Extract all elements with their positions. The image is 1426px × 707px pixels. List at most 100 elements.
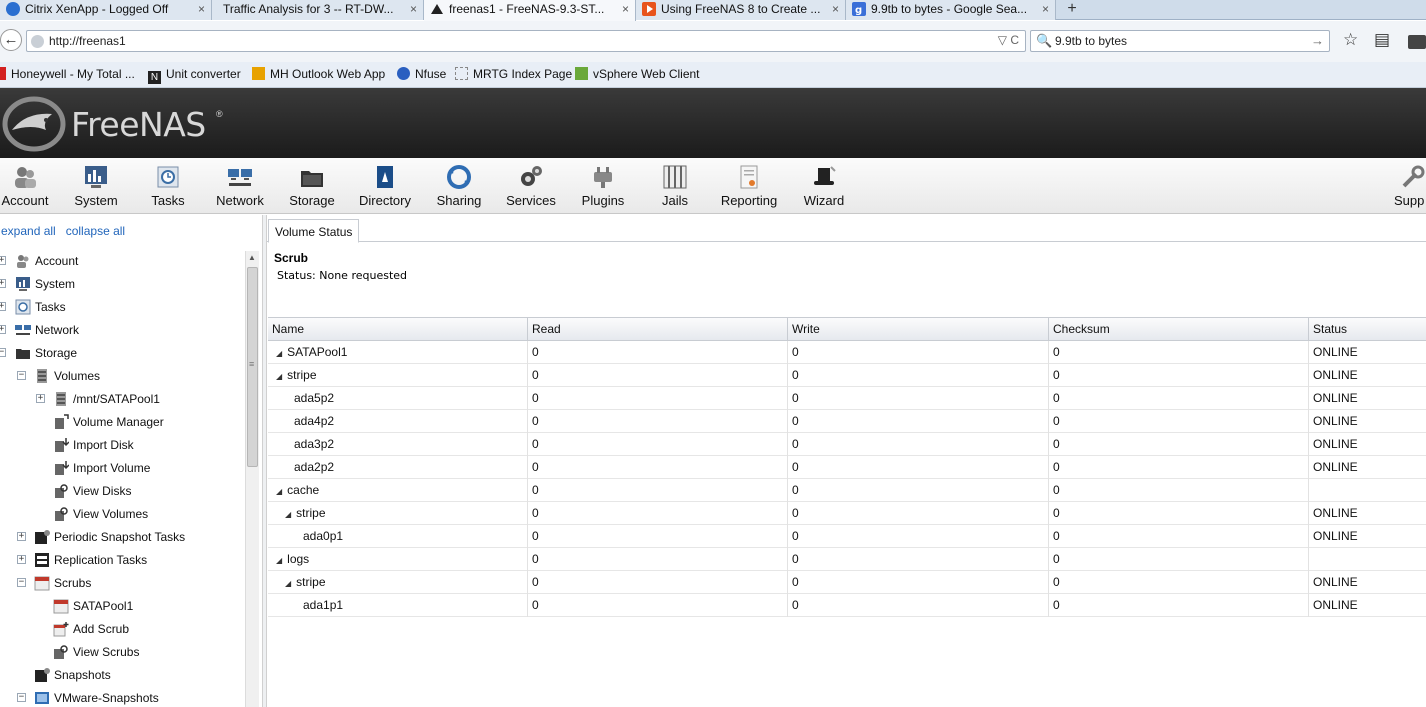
tree-item-replication-tasks[interactable]: + Replication Tasks (0, 550, 245, 570)
table-row[interactable]: ada3p2 0 0 0 ONLINE (268, 433, 1426, 456)
close-icon[interactable]: × (1042, 1, 1049, 17)
bookmark-honeywell[interactable]: Honeywell - My Total ... (0, 67, 135, 81)
table-row[interactable]: ◢ stripe 0 0 0 ONLINE (268, 502, 1426, 525)
tree-item-network[interactable]: + Network (0, 320, 245, 340)
tree-item-add-scrub[interactable]: Add Scrub (0, 619, 245, 639)
expand-triangle-icon[interactable]: ◢ (276, 349, 282, 358)
tree-item-mnt-satapool1[interactable]: + /mnt/SATAPool1 (0, 389, 245, 409)
bookmark-mrtg[interactable]: MRTG Index Page (455, 67, 572, 81)
table-row[interactable]: ◢ stripe 0 0 0 ONLINE (268, 364, 1426, 387)
bookmark-unit-converter[interactable]: N Unit converter (148, 67, 241, 84)
close-icon[interactable]: × (832, 1, 839, 17)
toolbar-plugins[interactable]: Plugins (580, 164, 626, 208)
toolbar-storage[interactable]: Storage (288, 164, 336, 208)
tree-item-snapshots[interactable]: Snapshots (0, 665, 245, 685)
expand-triangle-icon[interactable]: ◢ (276, 487, 282, 496)
collapse-icon[interactable]: − (17, 371, 26, 380)
search-input[interactable]: 🔍 9.9tb to bytes → (1030, 30, 1330, 52)
tree-item-system[interactable]: + System (0, 274, 245, 294)
expand-triangle-icon[interactable]: ◢ (285, 579, 291, 588)
url-bar[interactable]: http://freenas1 ▽ C (26, 30, 1026, 52)
close-icon[interactable]: × (198, 1, 205, 17)
expand-icon[interactable]: + (0, 325, 6, 334)
tree-item-import-disk[interactable]: Import Disk (0, 435, 245, 455)
expand-icon[interactable]: + (17, 532, 26, 541)
expand-triangle-icon[interactable]: ◢ (285, 510, 291, 519)
table-row[interactable]: ◢ stripe 0 0 0 ONLINE (268, 571, 1426, 594)
column-header-status[interactable]: Status (1309, 318, 1426, 341)
expand-icon[interactable]: + (0, 256, 6, 265)
toolbar-reporting[interactable]: Reporting (719, 164, 779, 208)
expand-all-link[interactable]: expand all (1, 224, 56, 238)
tree-item-volume-manager[interactable]: Volume Manager (0, 412, 245, 432)
toolbar-sharing[interactable]: Sharing (435, 164, 483, 208)
tree-item-view-scrubs[interactable]: View Scrubs (0, 642, 245, 662)
reload-icon[interactable]: ▽ C (998, 33, 1019, 47)
url-text[interactable]: http://freenas1 (49, 34, 126, 48)
tree-item-account[interactable]: + Account (0, 251, 245, 271)
tree-item-storage[interactable]: − Storage (0, 343, 245, 363)
new-tab-button[interactable]: + (1062, 0, 1082, 20)
back-button[interactable]: ← (0, 29, 22, 51)
collapse-all-link[interactable]: collapse all (66, 224, 125, 238)
bookmark-vsphere[interactable]: vSphere Web Client (575, 67, 700, 81)
browser-tab-active[interactable]: freenas1 - FreeNAS-9.3-ST... × (424, 0, 636, 21)
expand-triangle-icon[interactable]: ◢ (276, 372, 282, 381)
toolbar-account[interactable]: Account (1, 164, 49, 208)
close-icon[interactable]: × (410, 1, 417, 17)
column-header-checksum[interactable]: Checksum (1049, 318, 1309, 341)
column-header-read[interactable]: Read (528, 318, 788, 341)
downloads-icon[interactable] (1408, 35, 1426, 49)
tree-scrollbar[interactable]: ▲ ≡ (245, 251, 259, 707)
toolbar-system[interactable]: System (72, 164, 120, 208)
volumes-disk-icon (37, 369, 47, 383)
toolbar-services[interactable]: Services (505, 164, 557, 208)
expand-icon[interactable]: + (0, 279, 6, 288)
toolbar-support[interactable]: Supp (1394, 164, 1426, 208)
tree-item-view-volumes[interactable]: View Volumes (0, 504, 245, 524)
tree-item-tasks[interactable]: + Tasks (0, 297, 245, 317)
toolbar-tasks[interactable]: Tasks (146, 164, 190, 208)
table-row[interactable]: ◢ cache 0 0 0 (268, 479, 1426, 502)
table-row[interactable]: ada0p1 0 0 0 ONLINE (268, 525, 1426, 548)
tree-item-volumes[interactable]: − Volumes (0, 366, 245, 386)
bookmark-nfuse[interactable]: Nfuse (397, 67, 446, 81)
browser-tab[interactable]: g 9.9tb to bytes - Google Sea... × (846, 0, 1056, 20)
reading-list-icon[interactable]: ▤ (1374, 30, 1390, 50)
tree-item-import-volume[interactable]: Import Volume (0, 458, 245, 478)
tab-volume-status[interactable]: Volume Status (268, 219, 360, 243)
scroll-up-icon[interactable]: ▲ (248, 253, 256, 262)
tree-item-vmware-snapshots[interactable]: − VMware-Snapshots (0, 688, 245, 707)
tree-item-scrub-satapool1[interactable]: SATAPool1 (0, 596, 245, 616)
browser-tab[interactable]: Traffic Analysis for 3 -- RT-DW... × (212, 0, 424, 20)
browser-tab[interactable]: Using FreeNAS 8 to Create ... × (636, 0, 846, 20)
toolbar-network[interactable]: Network (214, 164, 266, 208)
tree-item-periodic-snapshot-tasks[interactable]: + Periodic Snapshot Tasks (0, 527, 245, 547)
toolbar-wizard[interactable]: Wizard (802, 164, 846, 208)
table-row[interactable]: ada4p2 0 0 0 ONLINE (268, 410, 1426, 433)
search-value[interactable]: 9.9tb to bytes (1055, 34, 1127, 48)
column-header-name[interactable]: Name (268, 318, 528, 341)
expand-triangle-icon[interactable]: ◢ (276, 556, 282, 565)
tree-item-view-disks[interactable]: View Disks (0, 481, 245, 501)
expand-icon[interactable]: + (0, 302, 6, 311)
expand-icon[interactable]: + (17, 555, 26, 564)
expand-icon[interactable]: + (36, 394, 45, 403)
table-row[interactable]: ada5p2 0 0 0 ONLINE (268, 387, 1426, 410)
bookmark-star-icon[interactable]: ☆ (1343, 30, 1358, 50)
search-go-icon[interactable]: → (1311, 33, 1324, 48)
collapse-icon[interactable]: − (17, 693, 26, 702)
table-row[interactable]: ◢ SATAPool1 0 0 0 ONLINE (268, 341, 1426, 364)
table-row[interactable]: ada1p1 0 0 0 ONLINE (268, 594, 1426, 617)
collapse-icon[interactable]: − (17, 578, 26, 587)
table-row[interactable]: ◢ logs 0 0 0 (268, 548, 1426, 571)
toolbar-directory[interactable]: Directory (357, 164, 413, 208)
bookmark-outlook[interactable]: MH Outlook Web App (252, 67, 385, 81)
toolbar-jails[interactable]: Jails (655, 164, 695, 208)
browser-tab[interactable]: Citrix XenApp - Logged Off × (0, 0, 212, 20)
tree-item-scrubs[interactable]: − Scrubs (0, 573, 245, 593)
table-row[interactable]: ada2p2 0 0 0 ONLINE (268, 456, 1426, 479)
close-icon[interactable]: × (622, 1, 629, 17)
collapse-icon[interactable]: − (0, 348, 6, 357)
column-header-write[interactable]: Write (788, 318, 1049, 341)
